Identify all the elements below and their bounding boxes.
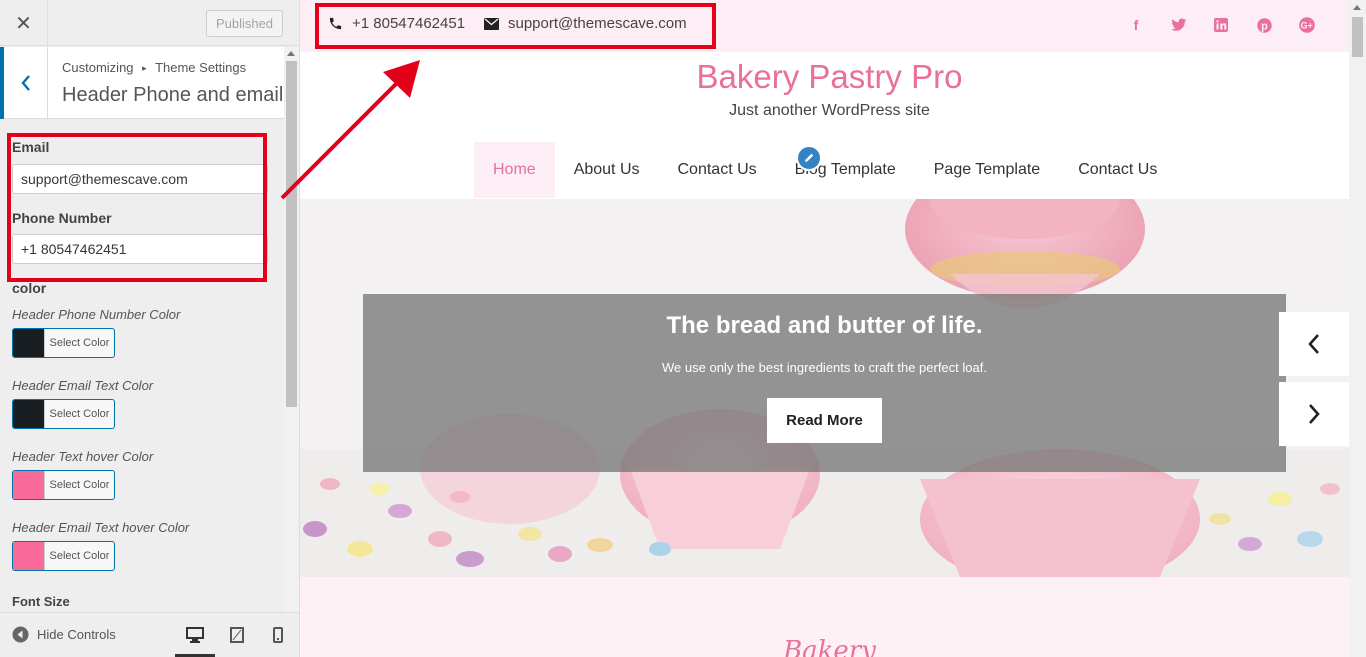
phone-icon (329, 17, 342, 30)
section-title: Header Phone and email (62, 84, 284, 106)
customizer-footer: Hide Controls (0, 612, 299, 657)
email-label: Email (12, 139, 50, 155)
scroll-up-icon[interactable] (1353, 5, 1361, 10)
email-hover-color-picker[interactable]: Select Color (12, 541, 115, 571)
desktop-icon (186, 627, 204, 643)
collapse-icon (12, 626, 29, 643)
chevron-left-icon (1308, 334, 1319, 354)
breadcrumb-separator: ▸ (142, 63, 147, 73)
hide-controls-label: Hide Controls (37, 627, 116, 642)
edit-shortcut-button[interactable] (796, 145, 822, 171)
slider-next-button[interactable] (1279, 382, 1349, 446)
select-color-text: Select Color (44, 471, 114, 499)
breadcrumb: Customizing ▸ Theme Settings (62, 60, 246, 75)
sidebar-scrollbar[interactable] (284, 47, 299, 612)
chevron-right-icon (1309, 404, 1320, 424)
nav-contact-us[interactable]: Contact Us (659, 142, 776, 198)
desktop-preview-button[interactable] (185, 625, 205, 645)
publish-button[interactable]: Published (206, 10, 283, 37)
color-swatch (13, 400, 44, 428)
nav-about-us[interactable]: About Us (555, 142, 659, 198)
google-plus-icon[interactable]: G+ (1298, 16, 1316, 34)
slider-prev-button[interactable] (1279, 312, 1349, 376)
color-swatch (13, 329, 44, 357)
customizer-header: ✕ Published (0, 0, 299, 46)
email-field[interactable]: support@themescave.com (12, 164, 268, 194)
tablet-preview-button[interactable] (227, 625, 247, 645)
phone-label: Phone Number (12, 210, 112, 226)
header-phone-text: +1 80547462451 (352, 15, 466, 32)
nav-blog-template[interactable]: Blog Template (776, 142, 915, 198)
pencil-icon (805, 153, 814, 162)
select-color-text: Select Color (44, 542, 114, 570)
customizer-sidebar: ✕ Published Customizing ▸ Theme Settings… (0, 0, 300, 657)
scroll-up-icon[interactable] (287, 51, 295, 56)
header-phone[interactable]: +1 80547462451 (328, 15, 465, 32)
color-heading: color (12, 280, 47, 296)
site-tagline: Just another WordPress site (729, 102, 930, 119)
hero-caption: The bread and butter of life. We use onl… (363, 294, 1286, 472)
section-header: Customizing ▸ Theme Settings Header Phon… (0, 47, 284, 119)
phone-color-label: Header Phone Number Color (12, 307, 181, 322)
mobile-preview-button[interactable] (268, 625, 288, 645)
twitter-icon[interactable] (1170, 16, 1188, 34)
scrollbar-thumb[interactable] (286, 61, 297, 407)
close-icon: ✕ (15, 12, 32, 35)
hero-slider: The bread and butter of life. We use onl… (300, 199, 1349, 577)
pinterest-icon[interactable]: p (1255, 16, 1273, 34)
nav-home[interactable]: Home (474, 142, 555, 198)
site-title[interactable]: Bakery Pastry Pro (300, 58, 1349, 96)
color-swatch (13, 542, 44, 570)
main-navigation: Home About Us Contact Us Blog Template P… (474, 142, 1176, 198)
breadcrumb-section: Theme Settings (155, 60, 247, 75)
header-email-text: support@themescave.com (508, 15, 687, 32)
read-more-button[interactable]: Read More (767, 398, 882, 443)
email-hover-color-label: Header Email Text hover Color (12, 520, 190, 535)
hide-controls-button[interactable]: Hide Controls (12, 626, 116, 643)
nav-contact-us-2[interactable]: Contact Us (1059, 142, 1176, 198)
phone-color-picker[interactable]: Select Color (12, 328, 115, 358)
svg-text:p: p (1261, 20, 1268, 32)
linkedin-icon[interactable] (1212, 16, 1230, 34)
envelope-icon (484, 17, 499, 30)
breadcrumb-root: Customizing (62, 60, 134, 75)
site-preview: +1 80547462451 support@themescave.com f … (300, 0, 1349, 657)
phone-field[interactable]: +1 80547462451 (12, 234, 268, 264)
header-email[interactable]: support@themescave.com (484, 15, 687, 32)
chevron-left-icon (20, 75, 30, 91)
preview-scrollbar[interactable] (1349, 0, 1366, 657)
scrollbar-thumb[interactable] (1352, 17, 1363, 57)
color-swatch (13, 471, 44, 499)
hero-title: The bread and butter of life. (666, 312, 983, 339)
text-hover-color-label: Header Text hover Color (12, 449, 154, 464)
tablet-icon (230, 627, 244, 643)
section-heading: Bakery (783, 636, 876, 657)
email-color-label: Header Email Text Color (12, 378, 154, 393)
mobile-icon (273, 627, 283, 643)
close-customizer-button[interactable]: ✕ (0, 0, 48, 46)
select-color-text: Select Color (44, 400, 114, 428)
hero-text: We use only the best ingredients to craf… (662, 360, 987, 375)
facebook-icon[interactable]: f (1127, 16, 1145, 34)
font-size-label: Font Size (12, 594, 70, 609)
select-color-text: Select Color (44, 329, 114, 357)
email-color-picker[interactable]: Select Color (12, 399, 115, 429)
back-button[interactable] (0, 47, 48, 119)
svg-text:G+: G+ (1301, 21, 1313, 31)
header-topbar: +1 80547462451 support@themescave.com f … (300, 0, 1349, 52)
nav-page-template[interactable]: Page Template (915, 142, 1059, 198)
text-hover-color-picker[interactable]: Select Color (12, 470, 115, 500)
